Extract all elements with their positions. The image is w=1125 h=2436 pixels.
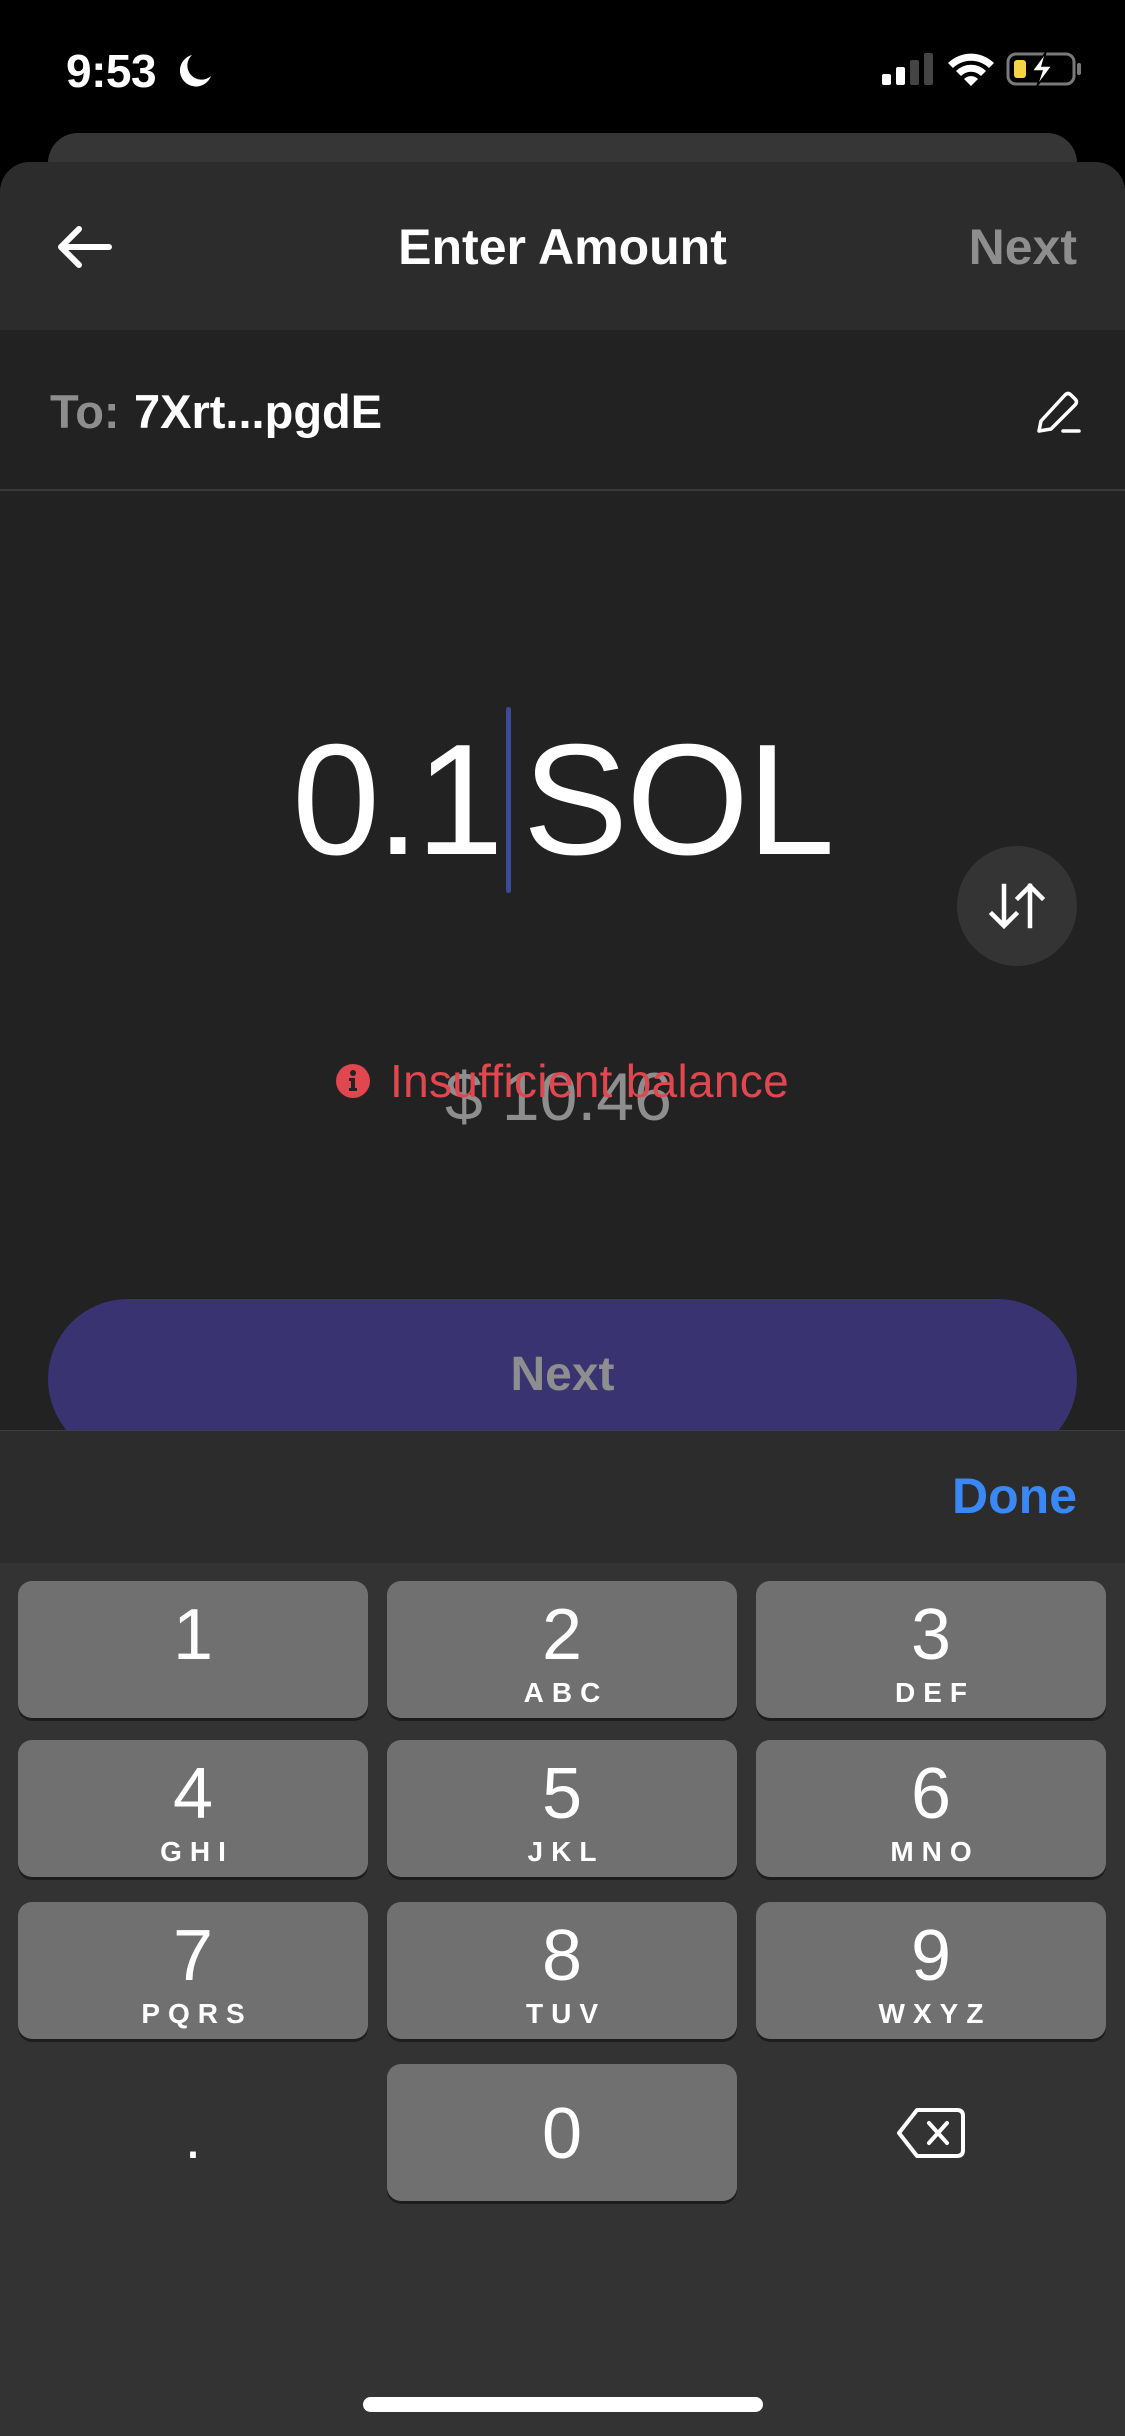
key-digit: 4 [172,1754,214,1834]
key-digit: 1 [172,1595,214,1675]
key-letters: GHI [160,1836,234,1867]
next-button-label: Next [510,1348,615,1401]
key-digit: 0 [541,2094,583,2174]
header-next-button[interactable]: Next [969,218,1077,276]
key-delete[interactable] [756,2064,1106,2201]
key-digit: 8 [541,1916,583,1996]
keyboard-toolbar: Done [0,1430,1125,1564]
amount-unit: SOL [522,711,835,888]
home-indicator[interactable] [363,2397,763,2412]
swap-vertical-icon [988,882,1046,930]
error-message: Insufficient balance [0,1054,1125,1108]
amount-value: 0.1 [292,711,504,888]
error-text: Insufficient balance [390,1055,789,1107]
backspace-icon [897,2107,965,2158]
key-9[interactable]: 9 WXYZ [756,1902,1106,2039]
key-decimal-label: . [184,2104,202,2171]
recipient-label: To: [50,385,120,438]
recipient-row: To: 7Xrt...pgdE [0,330,1125,491]
recipient-address: 7Xrt...pgdE [134,385,383,438]
key-letters: DEF [895,1677,975,1708]
text-cursor [505,707,511,893]
key-6[interactable]: 6 MNO [756,1740,1106,1877]
key-letters: ABC [523,1677,609,1708]
pencil-icon [1037,391,1081,433]
key-digit: 6 [910,1754,952,1834]
wifi-icon [948,53,994,86]
key-letters: PQRS [141,1998,253,2029]
key-digit: 7 [172,1916,214,1996]
edit-recipient-button[interactable] [1024,378,1094,448]
battery-charging-icon [1006,51,1081,87]
key-5[interactable]: 5 JKL [387,1740,737,1877]
header: Enter Amount Next [0,162,1125,330]
key-letters: MNO [890,1836,980,1867]
key-1[interactable]: 1 [18,1581,368,1718]
key-letters: TUV [526,1998,606,2029]
key-8[interactable]: 8 TUV [387,1902,737,2039]
key-digit: 9 [910,1916,952,1996]
key-4[interactable]: 4 GHI [18,1740,368,1877]
key-7[interactable]: 7 PQRS [18,1902,368,2039]
status-time: 9:53 [66,45,157,97]
key-2[interactable]: 2 ABC [387,1581,737,1718]
key-decimal[interactable]: . [18,2064,368,2201]
info-circle-icon [336,1064,370,1098]
key-digit: 5 [541,1754,583,1834]
numeric-keypad: 1 2 ABC 3 DEF 4 GHI 5 JKL 6 MNO 7 PQRS 8… [0,1563,1125,2436]
swap-currency-button[interactable] [957,846,1077,966]
key-digit: 3 [910,1595,952,1675]
amount-display[interactable]: 0.1 SOL [0,707,1125,893]
done-button[interactable]: Done [952,1467,1077,1525]
key-0[interactable]: 0 [387,2064,737,2201]
signal-icon [882,53,933,85]
page-title: Enter Amount [398,219,727,275]
key-letters: JKL [527,1836,605,1867]
moon-icon [179,55,211,87]
key-3[interactable]: 3 DEF [756,1581,1106,1718]
key-digit: 2 [541,1595,583,1675]
key-letters: WXYZ [878,1998,992,2029]
